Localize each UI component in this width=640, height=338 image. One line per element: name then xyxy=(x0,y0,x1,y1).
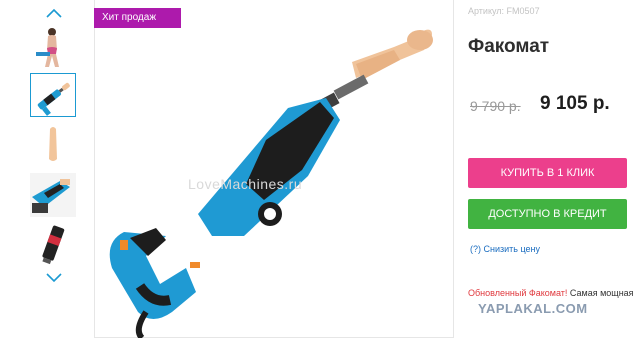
bestseller-badge: Хит продаж xyxy=(94,8,181,28)
current-price: 9 105 р. xyxy=(540,93,610,114)
product-title: Факомат xyxy=(468,36,550,57)
device-photo-icon xyxy=(31,74,75,116)
site-watermark: YAPLAKAL.COM xyxy=(478,301,588,316)
old-price: 9 790 р. xyxy=(470,98,521,114)
credit-button[interactable]: ДОСТУПНО В КРЕДИТ xyxy=(468,199,627,229)
product-description: Обновленный Факомат! Самая мощная xyxy=(468,288,640,298)
buy-one-click-button[interactable]: КУПИТЬ В 1 КЛИК xyxy=(468,158,627,188)
thumbnail-device-closeup-photo[interactable] xyxy=(30,173,76,217)
product-image xyxy=(109,29,433,338)
thumbnail-device-photo[interactable] xyxy=(30,73,76,117)
attachment-photo-icon xyxy=(30,123,76,167)
product-sku: Артикул: FM0507 xyxy=(468,6,540,16)
description-highlight: Обновленный Факомат! xyxy=(468,288,568,298)
description-text: Самая мощная xyxy=(567,288,634,298)
model-photo-icon xyxy=(30,24,76,68)
image-watermark: LoveMachines.ru xyxy=(188,176,303,192)
thumbnail-lubricant-photo[interactable] xyxy=(30,222,76,266)
thumbnail-model-photo[interactable] xyxy=(30,24,76,68)
thumbnail-gallery xyxy=(28,0,80,338)
chevron-down-icon[interactable] xyxy=(44,270,64,284)
chevron-up-icon[interactable] xyxy=(44,6,64,20)
lubricant-photo-icon xyxy=(30,222,76,266)
device-closeup-photo-icon xyxy=(30,173,76,217)
thumbnail-attachment-photo[interactable] xyxy=(30,123,76,167)
product-info: Артикул: FM0507 Факомат 9 790 р. 9 105 р… xyxy=(468,0,640,338)
request-price-drop-link[interactable]: (?) Снизить цену xyxy=(470,244,540,254)
